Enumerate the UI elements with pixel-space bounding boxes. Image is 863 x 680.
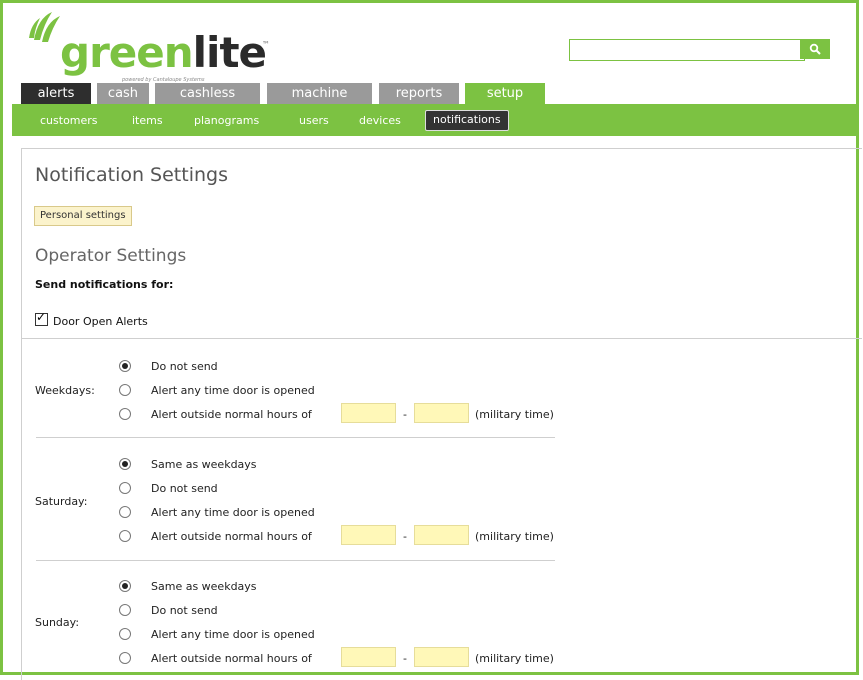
military-time-note: (military time) (475, 530, 554, 543)
subnav-planograms[interactable]: planograms (194, 114, 259, 128)
sub-navigation: customers items planograms users devices… (12, 104, 859, 136)
weekdays-label: Weekdays: (35, 384, 95, 397)
sunday-start-time-input[interactable] (341, 647, 396, 667)
time-range-dash: - (403, 408, 407, 421)
tab-reports[interactable]: reports (379, 83, 459, 104)
search-icon (809, 43, 821, 55)
sunday-option-label: Do not send (151, 604, 218, 617)
door-open-alerts-label: Door Open Alerts (53, 315, 148, 328)
military-time-note: (military time) (475, 408, 554, 421)
search-button[interactable] (800, 39, 830, 59)
sunday-end-time-input[interactable] (414, 647, 469, 667)
weekdays-start-time-input[interactable] (341, 403, 396, 423)
personal-settings-button[interactable]: Personal settings (34, 206, 132, 226)
subnav-items[interactable]: items (132, 114, 163, 128)
saturday-option-label: Same as weekdays (151, 458, 257, 471)
weekdays-radio-outside-hours[interactable] (119, 408, 131, 420)
sunday-radio-any-time[interactable] (119, 628, 131, 640)
sunday-label: Sunday: (35, 616, 80, 629)
weekdays-option-label: Do not send (151, 360, 218, 373)
tab-alerts[interactable]: alerts (21, 83, 91, 104)
tab-cash[interactable]: cash (97, 83, 149, 104)
saturday-radio-same-as-weekdays[interactable] (119, 458, 131, 470)
divider (36, 560, 555, 561)
sunday-option-label: Alert outside normal hours of (151, 652, 312, 665)
sunday-radio-do-not-send[interactable] (119, 604, 131, 616)
time-range-dash: - (403, 530, 407, 543)
military-time-note: (military time) (475, 652, 554, 665)
sunday-option-label: Alert any time door is opened (151, 628, 315, 641)
weekdays-option-label: Alert any time door is opened (151, 384, 315, 397)
tab-machine[interactable]: machine (267, 83, 372, 104)
subnav-devices[interactable]: devices (359, 114, 401, 128)
door-open-alerts-checkbox[interactable] (35, 310, 48, 326)
search-bar (569, 39, 831, 61)
time-range-dash: - (403, 652, 407, 665)
divider (36, 437, 555, 438)
sunday-radio-same-as-weekdays[interactable] (119, 580, 131, 592)
saturday-radio-any-time[interactable] (119, 506, 131, 518)
subnav-notifications[interactable]: notifications (425, 110, 509, 131)
weekdays-end-time-input[interactable] (414, 403, 469, 423)
saturday-label: Saturday: (35, 495, 88, 508)
tab-setup[interactable]: setup (465, 83, 545, 104)
saturday-option-label: Alert outside normal hours of (151, 530, 312, 543)
saturday-option-label: Alert any time door is opened (151, 506, 315, 519)
tab-cashless[interactable]: cashless (155, 83, 260, 104)
greenlite-logo[interactable]: greenlite ™ powered by Cantaloupe System… (26, 10, 270, 83)
weekdays-radio-any-time[interactable] (119, 384, 131, 396)
saturday-radio-do-not-send[interactable] (119, 482, 131, 494)
saturday-end-time-input[interactable] (414, 525, 469, 545)
weekdays-option-label: Alert outside normal hours of (151, 408, 312, 421)
trademark-mark: ™ (262, 40, 270, 49)
weekdays-radio-do-not-send[interactable] (119, 360, 131, 372)
page-title: Notification Settings (35, 164, 228, 186)
divider (22, 338, 862, 339)
subnav-customers[interactable]: customers (40, 114, 98, 128)
subnav-users[interactable]: users (299, 114, 329, 128)
send-notifications-label: Send notifications for: (35, 278, 174, 291)
search-input[interactable] (569, 39, 805, 61)
sunday-radio-outside-hours[interactable] (119, 652, 131, 664)
saturday-start-time-input[interactable] (341, 525, 396, 545)
saturday-radio-outside-hours[interactable] (119, 530, 131, 542)
saturday-option-label: Do not send (151, 482, 218, 495)
logo-wordmark: greenlite (60, 28, 267, 77)
sunday-option-label: Same as weekdays (151, 580, 257, 593)
section-title: Operator Settings (35, 246, 187, 266)
